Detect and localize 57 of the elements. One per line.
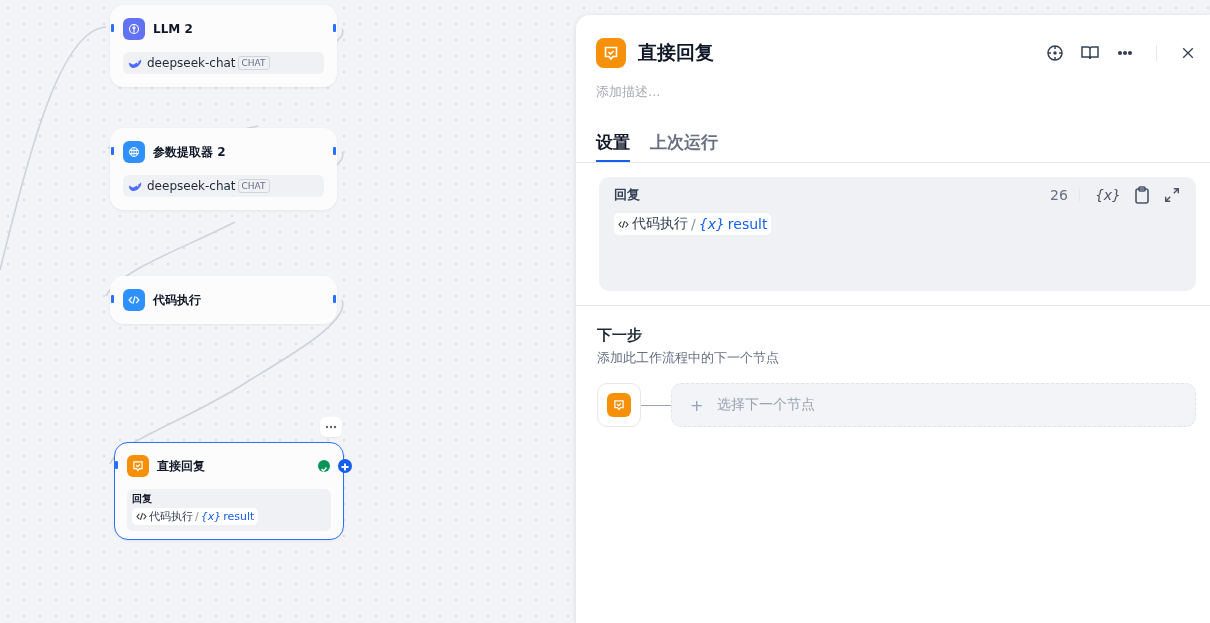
connection-handle[interactable] <box>115 461 118 469</box>
plus-sign: + <box>690 395 704 415</box>
brain-icon <box>123 18 145 40</box>
node-title: 代码执行 <box>153 291 201 309</box>
whale-icon <box>128 180 142 192</box>
insert-variable-button[interactable]: {x} <box>1094 187 1121 203</box>
tab[interactable]: 上次运行 <box>650 123 718 162</box>
variable-mark: {x} <box>200 510 222 523</box>
node-title: LLM 2 <box>153 22 193 36</box>
connection-handle[interactable] <box>333 147 336 155</box>
section-title: 下一步 <box>597 326 643 345</box>
variable-separator: / <box>195 510 199 523</box>
workflow-node[interactable]: LLM 2 deepseek-chat CHAT <box>110 5 337 87</box>
chat-check-icon <box>607 393 631 417</box>
connector-line <box>641 404 671 406</box>
code-icon <box>123 289 145 311</box>
variable-node-name: 代码执行 <box>632 215 688 233</box>
variable-separator: / <box>691 216 696 232</box>
grid-icon <box>123 141 145 163</box>
field-label: 回复 <box>614 186 640 204</box>
variable-name: result <box>727 216 768 232</box>
model-name: deepseek-chat <box>147 179 236 193</box>
close-icon[interactable] <box>1180 45 1196 61</box>
expand-icon[interactable] <box>1163 186 1181 204</box>
code-icon <box>136 511 147 522</box>
whale-icon <box>128 57 142 69</box>
more-button[interactable] <box>320 417 342 437</box>
character-count: 26 <box>1050 187 1068 203</box>
panel-title: 直接回复 <box>638 40 714 65</box>
model-name: deepseek-chat <box>147 56 236 70</box>
more-icon <box>325 425 337 429</box>
node-title: 参数提取器 2 <box>153 143 226 161</box>
chat-check-icon <box>127 455 149 477</box>
connection-handle[interactable] <box>111 147 114 155</box>
code-icon <box>618 218 629 230</box>
node-title: 直接回复 <box>157 457 205 475</box>
tab[interactable]: 设置 <box>596 123 630 162</box>
model-tag: CHAT <box>237 56 270 70</box>
workflow-node[interactable]: 参数提取器 2 deepseek-chat CHAT <box>110 128 337 210</box>
add-node-button[interactable] <box>338 459 352 473</box>
connection-handle[interactable] <box>333 295 336 303</box>
workflow-node[interactable]: 直接回复 回复 代码执行 / {x} result <box>114 442 344 540</box>
reply-editor[interactable]: 回复 26 {x} 代码执行 / {x} result <box>599 177 1196 291</box>
clipboard-icon[interactable] <box>1132 185 1152 205</box>
section-subtitle: 添加此工作流程中的下一个节点 <box>597 349 780 367</box>
variable-name: result <box>223 510 255 523</box>
model-tag: CHAT <box>237 179 270 193</box>
connection-handle[interactable] <box>333 24 336 32</box>
variable-node-name: 代码执行 <box>149 509 193 524</box>
connection-handle[interactable] <box>111 295 114 303</box>
locate-icon[interactable] <box>1045 43 1065 63</box>
chat-check-icon <box>596 38 626 68</box>
field-label: 回复 <box>132 492 153 506</box>
variable-mark: {x} <box>698 216 725 232</box>
button-label: 选择下一个节点 <box>717 396 816 414</box>
connection-handle[interactable] <box>111 24 114 32</box>
workflow-node[interactable]: 代码执行 <box>110 276 337 324</box>
